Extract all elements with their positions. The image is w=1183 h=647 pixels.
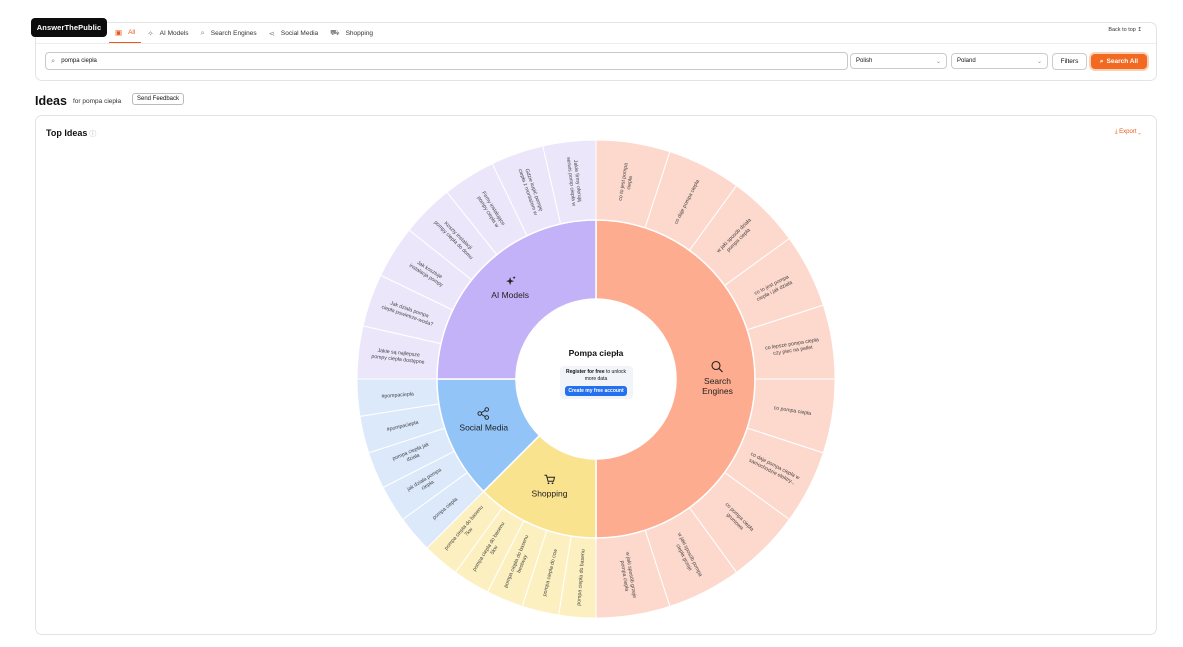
register-bold: Register for free: [565, 369, 605, 375]
center-title: Pompa ciepła: [568, 348, 624, 358]
category-label: Search Engines: [702, 376, 733, 396]
logo[interactable]: AnswerThePublic: [31, 18, 107, 37]
category-label: Shopping: [532, 488, 568, 498]
create-account-button[interactable]: Create my free account: [565, 386, 627, 396]
category-label: AI Models: [491, 290, 529, 300]
register-box: Register for free to unlock more data Cr…: [559, 366, 633, 399]
ideas-wheel: co to jest pompaciepła co daje pompa ciep…: [356, 139, 836, 619]
wheel-center: Pompa ciepła Register for free to unlock…: [520, 348, 672, 399]
category-label: Social Media: [459, 422, 508, 432]
